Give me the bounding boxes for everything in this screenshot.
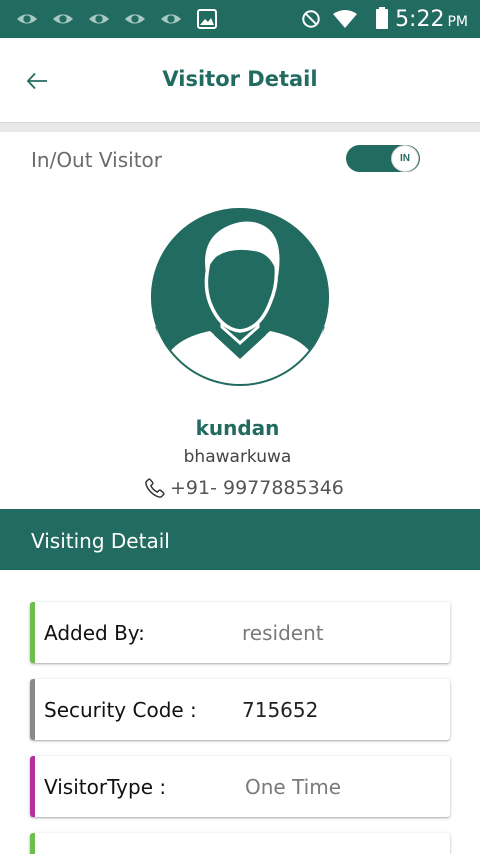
page-title: Visitor Detail <box>162 67 318 91</box>
visitor-place: bhawarkuwa <box>183 447 292 467</box>
card-label: Security Code : <box>44 698 197 722</box>
detail-card-security-code: Security Code : 715652 <box>30 679 450 740</box>
card-value: resident <box>242 621 324 645</box>
detail-card-partial <box>30 833 450 854</box>
eye-icon <box>124 14 146 24</box>
user-avatar-icon <box>150 207 330 387</box>
phone-number: +91- 9977885346 <box>170 477 344 499</box>
status-bar: 5:22 PM <box>0 0 480 38</box>
battery-icon <box>376 7 388 29</box>
visitor-name: kundan <box>195 416 280 440</box>
visitor-phone[interactable]: +91- 9977885346 <box>144 475 344 501</box>
eye-icon <box>16 14 38 24</box>
time-ampm: PM <box>447 14 468 30</box>
card-value: 715652 <box>242 698 319 722</box>
card-accent-bar <box>30 602 35 663</box>
toggle-knob: IN <box>391 145 419 172</box>
section-title: Visiting Detail <box>31 529 170 553</box>
wifi-icon <box>333 10 357 28</box>
do-not-disturb-icon <box>302 10 320 28</box>
eye-icon <box>160 14 182 24</box>
toggle-state-text: IN <box>400 153 410 164</box>
inout-toggle[interactable]: IN <box>346 145 420 172</box>
app-bar: Visitor Detail <box>0 38 480 122</box>
detail-card-added-by: Added By: resident <box>30 602 450 663</box>
image-icon <box>197 9 217 29</box>
status-time: 5:22 PM <box>395 7 468 32</box>
eye-icon <box>52 14 74 24</box>
card-label: VisitorType : <box>44 775 167 799</box>
visiting-detail-header: Visiting Detail <box>0 509 480 570</box>
card-label: Added By: <box>44 621 145 645</box>
card-accent-bar <box>30 756 35 817</box>
eye-icon <box>88 14 110 24</box>
time-value: 5:22 <box>395 7 445 32</box>
detail-card-visitor-type: VisitorType : One Time <box>30 756 450 817</box>
appbar-divider <box>0 122 480 132</box>
card-value: One Time <box>245 775 342 799</box>
card-accent-bar <box>30 679 35 740</box>
phone-icon <box>145 478 165 498</box>
inout-visitor-label: In/Out Visitor <box>31 148 163 172</box>
card-accent-bar <box>30 833 35 854</box>
